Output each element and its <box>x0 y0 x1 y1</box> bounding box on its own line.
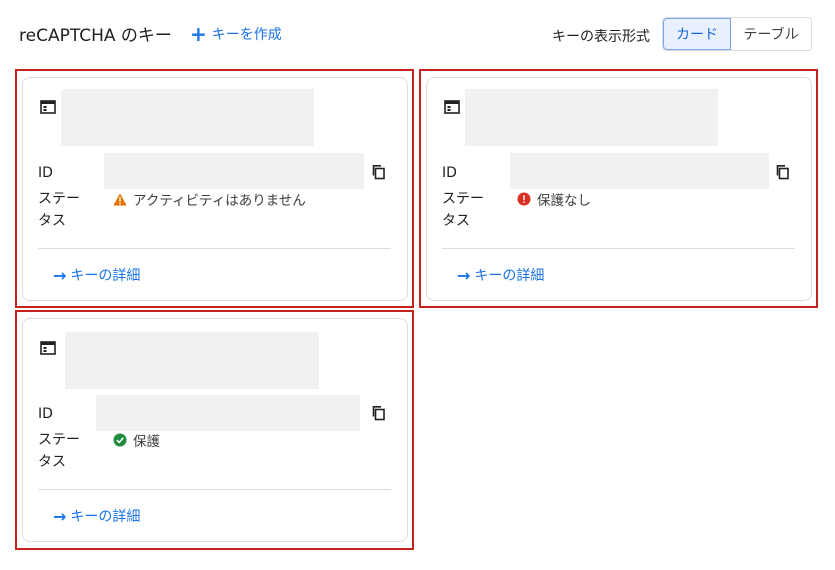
view-format-label: キーの表示形式 <box>552 29 650 45</box>
status-text: アクティビティはありません <box>133 193 306 209</box>
status-label: ステー タス <box>38 191 80 229</box>
key-card: ID ステー タス アクティビティはありません → キーの詳細 <box>22 77 408 301</box>
page-title: reCAPTCHA のキー <box>19 26 172 46</box>
id-label: ID <box>38 165 53 181</box>
id-label: ID <box>38 406 53 422</box>
card-divider <box>38 489 391 490</box>
arrow-right-icon: → <box>457 265 471 285</box>
key-card-icon <box>40 341 56 355</box>
status-text: 保護 <box>133 434 160 450</box>
status-text: 保護なし <box>537 193 591 209</box>
view-table-button[interactable]: テーブル <box>731 18 811 50</box>
key-details-label: キーの詳細 <box>474 268 545 284</box>
view-card-button[interactable]: カード <box>663 18 731 50</box>
status-label: ステー タス <box>38 432 80 470</box>
key-name-placeholder <box>465 89 718 146</box>
key-details-link[interactable]: → キーの詳細 <box>53 265 140 285</box>
card-divider <box>442 248 795 249</box>
key-name-placeholder <box>61 89 314 146</box>
id-label: ID <box>442 165 457 181</box>
id-value-placeholder <box>96 395 360 431</box>
view-toggle: カード テーブル <box>662 17 812 51</box>
status-label: ステー タス <box>442 191 484 229</box>
copy-icon[interactable] <box>371 164 387 180</box>
id-value-placeholder <box>510 153 769 189</box>
create-key-label: キーを作成 <box>211 27 282 43</box>
create-key-link[interactable]: + キーを作成 <box>190 24 282 44</box>
error-icon <box>517 192 531 206</box>
key-name-placeholder <box>65 332 319 389</box>
arrow-right-icon: → <box>53 265 67 285</box>
key-card: ID ステー タス 保護 → キーの詳細 <box>22 318 408 542</box>
arrow-right-icon: → <box>53 506 67 526</box>
status-indicator: アクティビティはありません <box>113 189 306 209</box>
key-card-icon <box>40 100 56 114</box>
card-divider <box>38 248 391 249</box>
key-details-label: キーの詳細 <box>70 509 141 525</box>
status-indicator: 保護 <box>113 430 160 450</box>
copy-icon[interactable] <box>371 405 387 421</box>
key-details-link[interactable]: → キーの詳細 <box>53 506 140 526</box>
copy-icon[interactable] <box>775 164 791 180</box>
id-value-placeholder <box>104 153 364 189</box>
warning-icon <box>113 193 127 205</box>
check-circle-icon <box>113 433 127 447</box>
key-card-icon <box>444 100 460 114</box>
key-details-link[interactable]: → キーの詳細 <box>457 265 544 285</box>
plus-icon: + <box>190 22 207 46</box>
key-details-label: キーの詳細 <box>70 268 141 284</box>
status-indicator: 保護なし <box>517 189 591 209</box>
key-card: ID ステー タス 保護なし → キーの詳細 <box>426 77 812 301</box>
